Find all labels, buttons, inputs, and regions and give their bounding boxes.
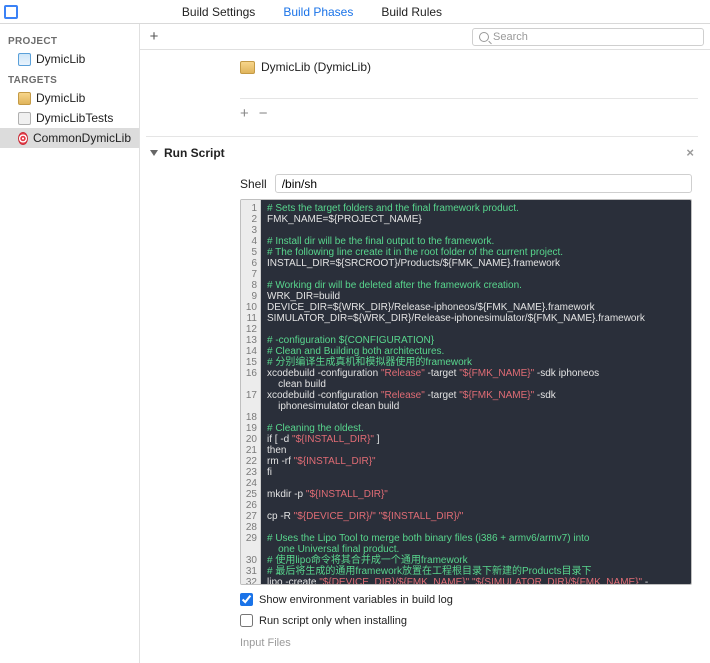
shell-path-input[interactable]: [275, 174, 692, 193]
show-env-checkbox[interactable]: [240, 593, 253, 606]
run-script-phase: Run Script × Shell 123456789101112131415…: [146, 136, 698, 655]
aggregate-target-icon: [18, 132, 28, 145]
script-code-area[interactable]: # Sets the target folders and the final …: [261, 200, 691, 584]
sidebar-item-label: DymicLib: [36, 52, 85, 66]
search-input[interactable]: Search: [472, 28, 704, 46]
install-only-label: Run script only when installing: [259, 615, 407, 627]
tab-build-phases[interactable]: Build Phases: [283, 5, 353, 19]
framework-icon: [18, 92, 31, 105]
remove-dependency-button[interactable]: −: [259, 105, 268, 122]
test-bundle-icon: [18, 112, 31, 125]
sidebar-item-label: CommonDymicLib: [33, 131, 131, 145]
sidebar-target-tests[interactable]: DymicLibTests: [0, 108, 139, 128]
add-phase-button[interactable]: +: [146, 28, 162, 45]
line-number-gutter: 1234567891011121314151617181920212223242…: [241, 200, 261, 584]
sidebar-target-dymiclib[interactable]: DymicLib: [0, 88, 139, 108]
target-dependency-row[interactable]: DymicLib (DymicLib): [146, 56, 698, 78]
framework-icon: [240, 61, 255, 74]
panel-toggle-icon[interactable]: [4, 5, 18, 19]
phase-title: Run Script: [164, 146, 225, 160]
tab-build-settings[interactable]: Build Settings: [182, 5, 255, 19]
project-icon: [18, 53, 31, 66]
input-files-label: Input Files: [240, 637, 692, 649]
tab-build-rules[interactable]: Build Rules: [381, 5, 442, 19]
install-only-checkbox[interactable]: [240, 614, 253, 627]
search-icon: [479, 32, 489, 42]
search-placeholder: Search: [493, 31, 528, 43]
sidebar-group-targets: TARGETS: [0, 69, 139, 88]
sidebar-item-label: DymicLib: [36, 91, 85, 105]
top-bar: Build Settings Build Phases Build Rules: [0, 0, 710, 24]
disclosure-triangle-icon[interactable]: [150, 150, 158, 156]
navigator-sidebar: PROJECT DymicLib TARGETS DymicLib DymicL…: [0, 24, 140, 663]
phase-toolbar: + Search: [140, 24, 710, 50]
phase-header[interactable]: Run Script ×: [146, 137, 698, 168]
sidebar-item-label: DymicLibTests: [36, 111, 113, 125]
sidebar-target-common[interactable]: CommonDymicLib: [0, 128, 139, 148]
shell-label: Shell: [240, 177, 267, 191]
divider: [240, 98, 698, 99]
add-dependency-button[interactable]: +: [240, 105, 249, 122]
show-env-label: Show environment variables in build log: [259, 594, 453, 606]
sidebar-group-project: PROJECT: [0, 30, 139, 49]
remove-phase-button[interactable]: ×: [686, 145, 694, 160]
dependency-label: DymicLib (DymicLib): [261, 60, 371, 74]
sidebar-project-item[interactable]: DymicLib: [0, 49, 139, 69]
script-editor[interactable]: 1234567891011121314151617181920212223242…: [240, 199, 692, 585]
